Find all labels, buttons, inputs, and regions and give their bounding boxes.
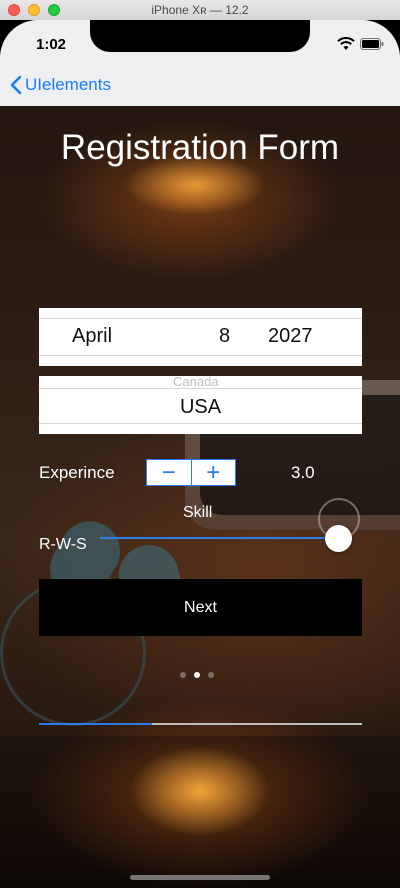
- phone-screen: 1:02 UIelements Registration Form April …: [0, 20, 400, 888]
- skill-slider-label: R-W-S: [39, 536, 87, 553]
- experience-label: Experince: [39, 463, 115, 482]
- experience-value: 3.0: [291, 463, 315, 482]
- device-notch: [90, 20, 310, 52]
- navigation-bar: UIelements: [0, 64, 400, 106]
- simulator-titlebar: iPhone Xʀ — 12.2: [0, 0, 400, 21]
- decrement-button[interactable]: −: [147, 460, 191, 485]
- home-indicator[interactable]: [130, 875, 270, 880]
- back-button-label: UIelements: [25, 75, 111, 94]
- next-button[interactable]: Next: [39, 579, 362, 636]
- picker-line: [39, 355, 362, 356]
- date-year[interactable]: 2027: [268, 325, 313, 348]
- skill-slider-track[interactable]: [100, 537, 340, 539]
- picker-line: [39, 388, 362, 389]
- experience-stepper: − +: [146, 459, 236, 486]
- skill-label: Skill: [183, 504, 213, 521]
- date-picker-selected-row: April 8 2027: [39, 325, 362, 349]
- skill-slider-thumb[interactable]: [325, 525, 352, 552]
- progress-bar: [39, 723, 362, 725]
- background-lower-photo: [0, 736, 400, 888]
- page-indicator[interactable]: [180, 672, 214, 678]
- page-dot[interactable]: [180, 672, 186, 678]
- progress-fill: [39, 723, 153, 725]
- picker-line: [39, 318, 362, 319]
- date-day[interactable]: 8: [219, 325, 230, 348]
- increment-button[interactable]: +: [192, 460, 236, 485]
- device-frame: 1:02 UIelements Registration Form April …: [0, 20, 400, 888]
- status-bar: 1:02: [0, 20, 400, 64]
- picker-line: [39, 423, 362, 424]
- chevron-left-icon: [10, 75, 22, 95]
- country-selected: USA: [179, 396, 222, 418]
- simulator-title: iPhone Xʀ — 12.2: [151, 3, 249, 17]
- wifi-icon: [337, 37, 355, 50]
- battery-icon: [360, 38, 384, 50]
- date-month[interactable]: April: [72, 325, 112, 348]
- page-title: Registration Form: [60, 128, 340, 167]
- country-picker[interactable]: Canada USA: [39, 376, 362, 434]
- page-dot-active[interactable]: [194, 672, 200, 678]
- status-time: 1:02: [36, 36, 67, 53]
- back-button[interactable]: UIelements: [10, 74, 111, 96]
- date-picker[interactable]: April 8 2027: [39, 308, 362, 366]
- page-dot[interactable]: [208, 672, 214, 678]
